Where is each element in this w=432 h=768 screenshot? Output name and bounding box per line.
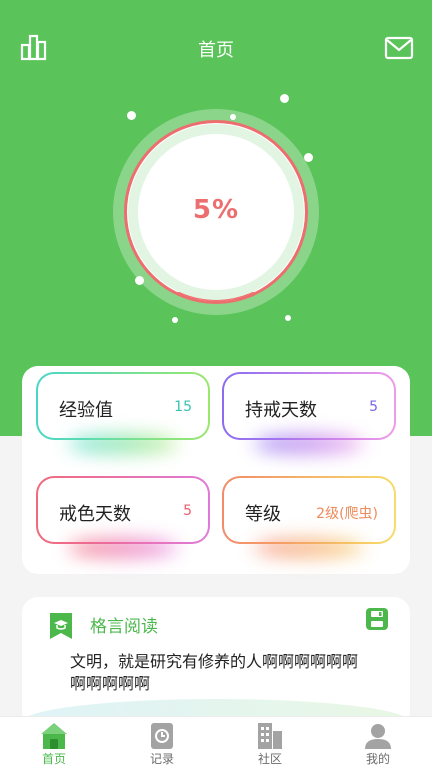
decor-dot <box>172 317 178 323</box>
decor-dot <box>127 111 136 120</box>
tab-label: 首页 <box>41 752 66 766</box>
quote-card[interactable]: 格言阅读 文明，就是研究有修养的人啊啊啊啊啊啊啊啊啊啊啊 <box>22 597 410 727</box>
stat-card-nofap-days[interactable]: 戒色天数 5 <box>36 476 210 558</box>
card-glow <box>254 434 364 454</box>
stat-value: 15 <box>174 399 192 415</box>
tab-home[interactable]: 首页 <box>0 717 108 768</box>
card-glow <box>68 434 178 454</box>
profile-icon <box>364 722 392 750</box>
decor-dot <box>285 315 291 321</box>
stat-label: 等级 <box>245 504 281 525</box>
card-glow <box>254 538 364 558</box>
tab-profile[interactable]: 我的 <box>324 717 432 768</box>
community-icon <box>256 722 284 750</box>
stat-value: 5 <box>369 399 378 415</box>
stat-label: 持戒天数 <box>245 400 317 421</box>
tab-community[interactable]: 社区 <box>216 717 324 768</box>
stat-value: 2级(爬虫) <box>316 506 378 522</box>
record-icon <box>148 722 176 750</box>
progress-percentage: 5% <box>192 195 240 225</box>
page-title: 首页 <box>198 40 234 61</box>
stat-card-experience[interactable]: 经验值 15 <box>36 372 210 454</box>
stat-value: 5 <box>183 503 192 519</box>
tab-label: 我的 <box>365 752 390 766</box>
quote-text: 文明，就是研究有修养的人啊啊啊啊啊啊啊啊啊啊啊 <box>70 652 359 693</box>
home-icon <box>40 722 68 750</box>
tab-label: 社区 <box>257 752 282 766</box>
decor-dot <box>280 94 289 103</box>
tab-label: 记录 <box>149 752 174 766</box>
stat-card-abstinence-days[interactable]: 持戒天数 5 <box>222 372 396 454</box>
stat-label: 经验值 <box>59 400 113 421</box>
tab-record[interactable]: 记录 <box>108 717 216 768</box>
book-icon <box>48 611 74 641</box>
stats-panel: 经验值 15 持戒天数 5 戒色天数 5 等级 2级(爬虫) <box>22 366 410 574</box>
stat-card-level[interactable]: 等级 2级(爬虫) <box>222 476 396 558</box>
mail-icon[interactable] <box>384 33 414 63</box>
bottom-tab-bar: 首页 记录 社区 我的 <box>0 716 432 768</box>
top-bar: 首页 <box>0 0 432 96</box>
quote-title: 格言阅读 <box>90 617 158 637</box>
save-icon[interactable] <box>365 607 389 631</box>
card-glow <box>68 538 178 558</box>
progress-fill <box>127 292 305 301</box>
stat-label: 戒色天数 <box>59 504 131 525</box>
